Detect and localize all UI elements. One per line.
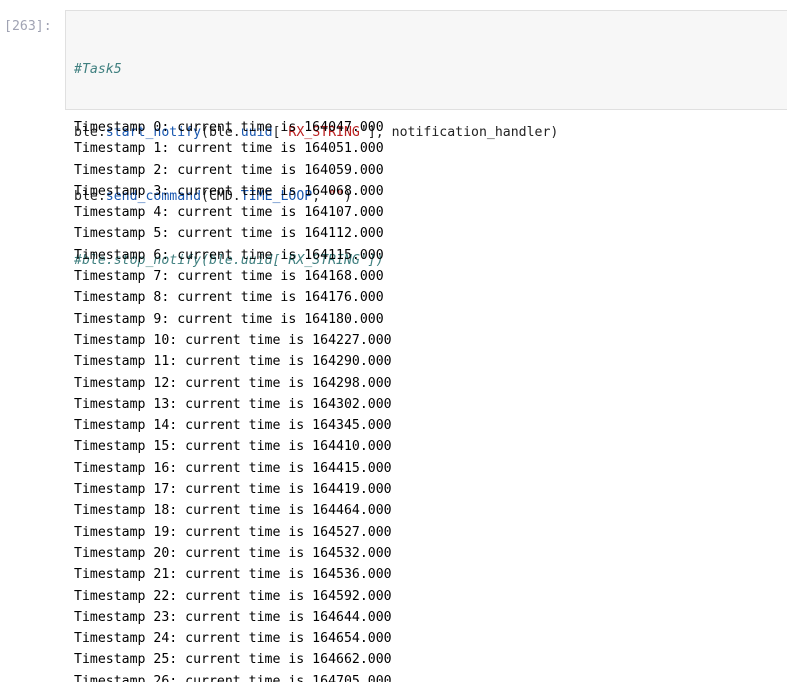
output-line: Timestamp 13: current time is 164302.000 (74, 396, 392, 412)
notebook-cell: [263]: #Task5 ble.start_notify(ble.uuid[… (0, 0, 788, 682)
output-line: Timestamp 11: current time is 164290.000 (74, 354, 392, 370)
output-line: Timestamp 1: current time is 164051.000 (74, 141, 384, 157)
output-line: Timestamp 15: current time is 164410.000 (74, 439, 392, 455)
output-line: Timestamp 10: current time is 164227.000 (74, 332, 392, 348)
output-line: Timestamp 19: current time is 164527.000 (74, 524, 392, 540)
output-line: Timestamp 25: current time is 164662.000 (74, 652, 392, 668)
cell-output: Timestamp 0: current time is 164047.000 T… (74, 117, 774, 682)
output-line: Timestamp 17: current time is 164419.000 (74, 482, 392, 498)
output-line: Timestamp 22: current time is 164592.000 (74, 588, 392, 604)
code-line-1: #Task5 (74, 61, 122, 77)
code-input-area[interactable]: #Task5 ble.start_notify(ble.uuid['RX_STR… (65, 10, 787, 268)
cell-prompt: [263]: (4, 19, 52, 34)
output-line: Timestamp 24: current time is 164654.000 (74, 631, 392, 647)
output-line: Timestamp 9: current time is 164180.000 (74, 311, 384, 327)
output-line: Timestamp 23: current time is 164644.000 (74, 609, 392, 625)
output-line: Timestamp 7: current time is 164168.000 (74, 269, 384, 285)
output-line: Timestamp 3: current time is 164068.000 (74, 183, 384, 199)
output-line: Timestamp 2: current time is 164059.000 (74, 162, 384, 178)
output-line: Timestamp 6: current time is 164115.000 (74, 247, 384, 263)
output-line: Timestamp 5: current time is 164112.000 (74, 226, 384, 242)
output-line: Timestamp 21: current time is 164536.000 (74, 567, 392, 583)
output-line: Timestamp 16: current time is 164415.000 (74, 460, 392, 476)
output-line: Timestamp 0: current time is 164047.000 (74, 120, 384, 135)
output-line: Timestamp 12: current time is 164298.000 (74, 375, 392, 391)
output-line: Timestamp 18: current time is 164464.000 (74, 503, 392, 519)
output-line: Timestamp 20: current time is 164532.000 (74, 545, 392, 561)
output-line: Timestamp 26: current time is 164705.000 (74, 673, 392, 682)
output-line: Timestamp 8: current time is 164176.000 (74, 290, 384, 306)
output-line: Timestamp 4: current time is 164107.000 (74, 205, 384, 221)
output-line: Timestamp 14: current time is 164345.000 (74, 418, 392, 434)
